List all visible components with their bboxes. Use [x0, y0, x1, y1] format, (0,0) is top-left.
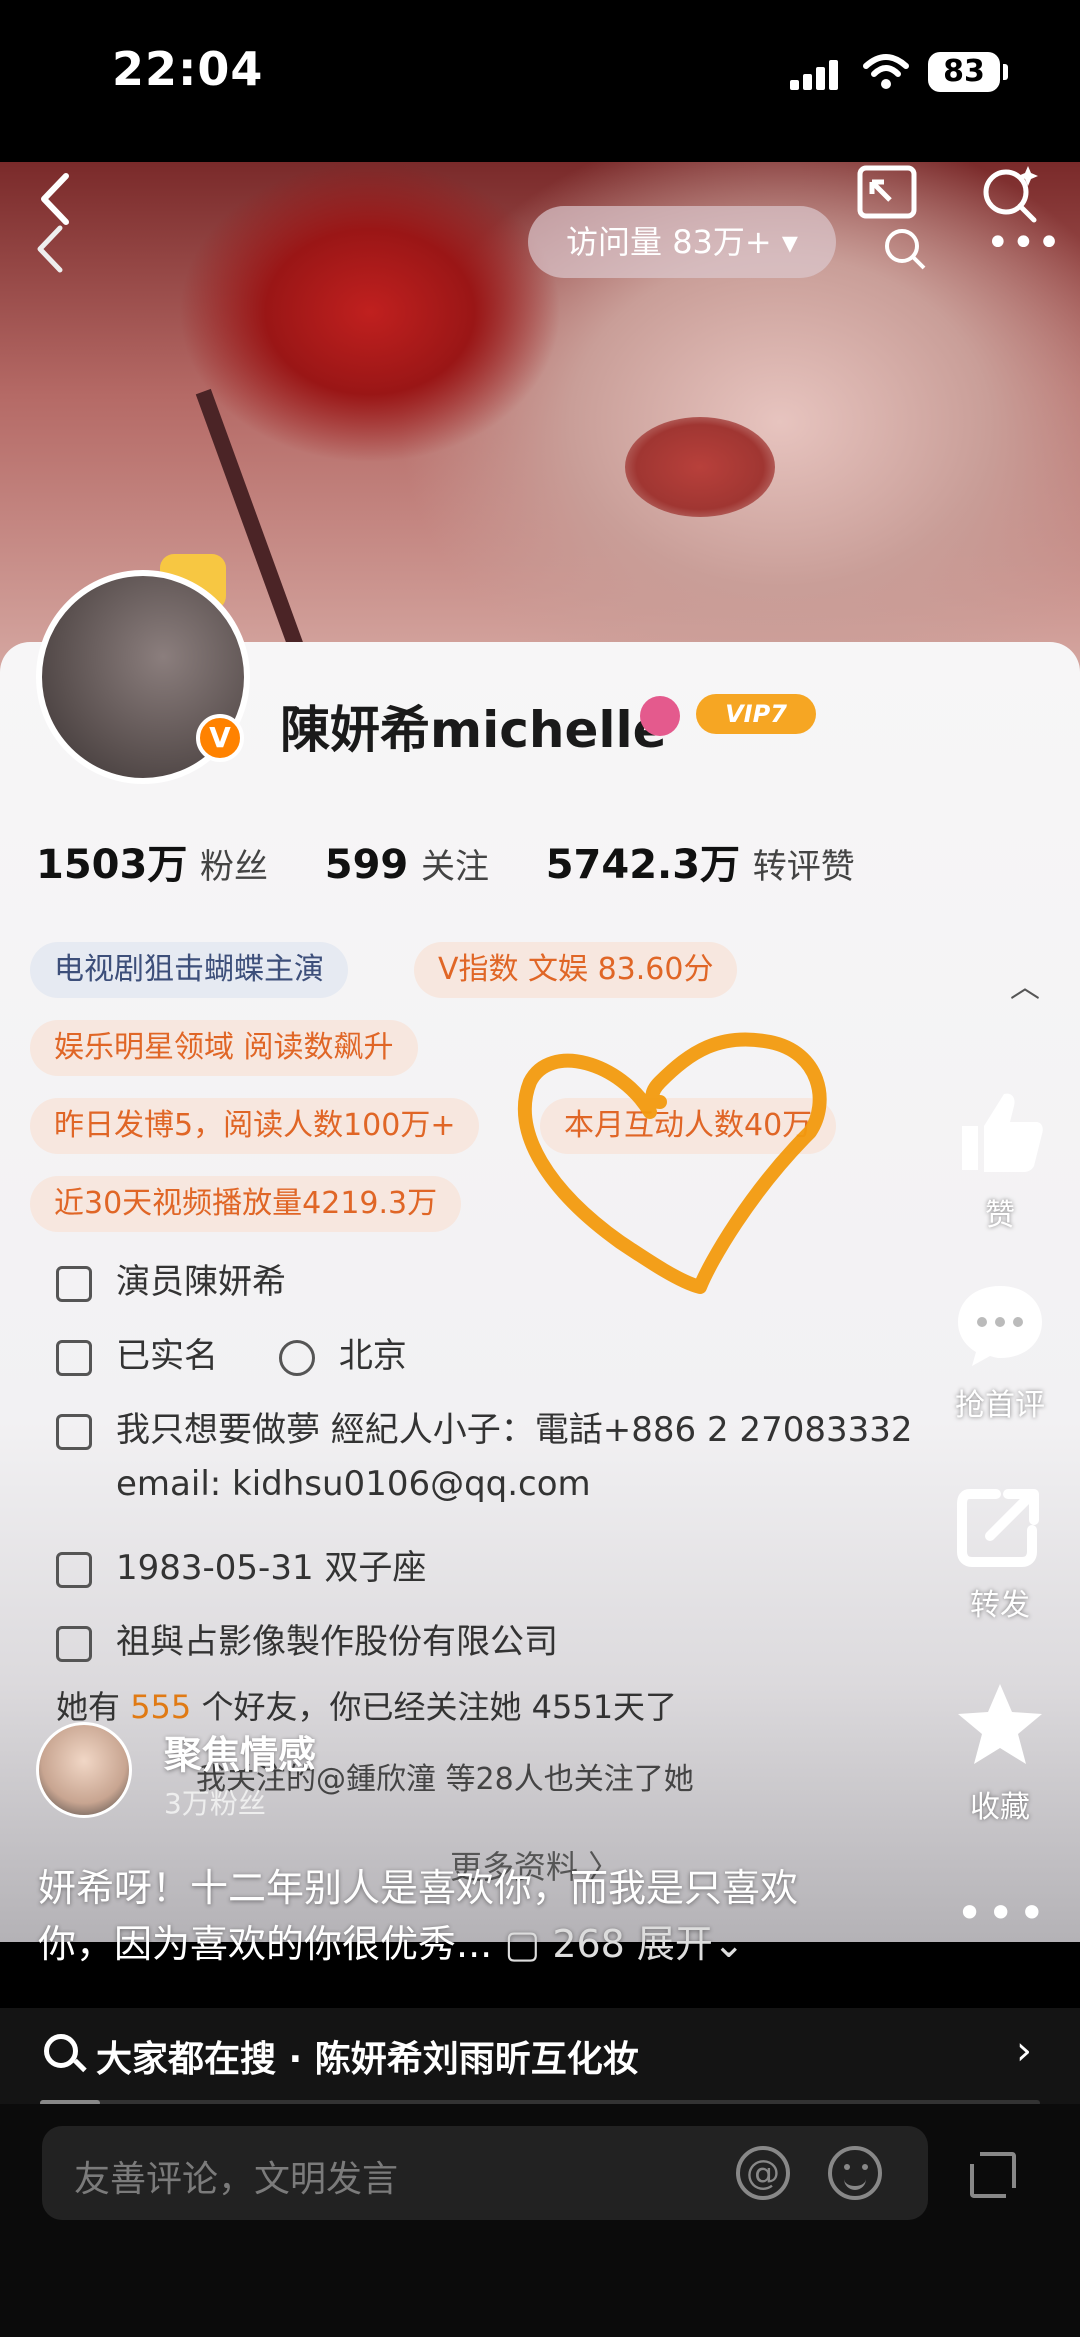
- video-player[interactable]: 访问量 83万+ ▾ ••• V 陳妍希michelle VIP7 1503万 …: [0, 162, 1080, 1942]
- following-label: 关注: [420, 847, 489, 887]
- hand-drawn-heart: [517, 1032, 827, 1294]
- friends-count: 555: [130, 1688, 192, 1726]
- friends-line: 她有 555 个好友，你已经关注她 4551天了: [56, 1688, 678, 1726]
- uploader-avatar[interactable]: [36, 1722, 132, 1818]
- visits-pill: 访问量 83万+ ▾: [528, 206, 836, 278]
- comment-label: 抢首评: [955, 1388, 1045, 1423]
- face-image: [625, 417, 775, 517]
- collapse-chevron-icon[interactable]: ︿: [1010, 962, 1040, 1006]
- calendar-icon: [56, 1551, 92, 1588]
- battery-cap: [1003, 64, 1008, 80]
- inner-back-icon: [37, 225, 63, 273]
- tag-video-views: 近30天视频播放量4219.3万: [30, 1176, 462, 1232]
- favorite-label: 收藏: [970, 1790, 1030, 1825]
- uploader-fans: 3万粉丝: [164, 1787, 266, 1820]
- fans-count: 1503万: [36, 842, 188, 888]
- mention-icon[interactable]: @: [736, 2146, 790, 2200]
- search-icon: [44, 2034, 78, 2068]
- trending-search-text[interactable]: 大家都在搜 · 陈妍希刘雨昕互化妆: [96, 2030, 639, 2082]
- likes-count: 5742.3万: [545, 842, 741, 888]
- back-icon[interactable]: [36, 172, 76, 226]
- search-sparkle-icon[interactable]: [980, 162, 1042, 224]
- shield-icon: [56, 1265, 92, 1302]
- tag-domain: 娱乐明星领域 阅读数飙升: [30, 1020, 418, 1076]
- share-button[interactable]: 转发: [950, 1486, 1050, 1624]
- picture-in-picture-icon[interactable]: [856, 162, 920, 226]
- tag-yesterday: 昨日发博5，阅读人数100万+: [30, 1098, 480, 1154]
- document-icon: [56, 1413, 92, 1450]
- rose-image: [140, 162, 600, 502]
- comment-placeholder: 友善评论，文明发言: [74, 2159, 399, 2200]
- uploader-name[interactable]: 聚焦情感: [164, 1724, 316, 1779]
- status-bar: 22:04 83: [0, 0, 1080, 160]
- info-birthday: 1983-05-31 双子座: [56, 1540, 426, 1589]
- tag-v-index: V指数 文娱 83.60分: [414, 942, 738, 998]
- video-caption[interactable]: 妍希呀！十二年别人是喜欢你，而我是只喜欢你，因为喜欢的你很优秀... ▢ 268…: [38, 1860, 858, 1972]
- profile-stats: 1503万 粉丝 599 关注 5742.3万 转评赞: [36, 832, 899, 890]
- comment-button[interactable]: 抢首评: [940, 1282, 1060, 1424]
- status-time: 22:04: [112, 42, 264, 96]
- building-icon: [56, 1625, 92, 1662]
- caption-expand[interactable]: ▢ 268 展开⌄: [504, 1922, 744, 1966]
- emoji-icon[interactable]: [828, 2146, 882, 2200]
- fans-label: 粉丝: [200, 847, 269, 887]
- likes-label: 转评赞: [752, 847, 855, 887]
- info-realname-ip: 已实名 北京: [56, 1328, 407, 1377]
- profile-name: 陳妍希michelle: [280, 701, 667, 759]
- info-email: email: kidhsu0106@qq.com: [116, 1464, 591, 1504]
- info-verified: 演员陳妍希: [56, 1254, 286, 1303]
- female-icon: [640, 696, 680, 736]
- inner-more-icon: •••: [986, 220, 1063, 266]
- vip-badge: VIP7: [696, 694, 816, 734]
- tag-drama: 电视剧狙击蝴蝶主演: [30, 942, 348, 998]
- comment-bubble-icon: [958, 1286, 1042, 1366]
- star-icon: [958, 1684, 1042, 1764]
- signal-icon: [790, 60, 842, 90]
- following-count: 599: [324, 842, 409, 888]
- wifi-icon: [863, 54, 909, 89]
- info-company: 祖與占影像製作股份有限公司: [56, 1614, 558, 1663]
- verified-v-icon: V: [196, 714, 244, 762]
- info-bio: 我只想要做夢 經紀人小子：電話+886 2 27083332: [56, 1402, 913, 1451]
- chevron-right-icon[interactable]: ›: [1016, 2028, 1032, 2074]
- like-label: 赞: [985, 1198, 1015, 1233]
- ip-icon: [278, 1339, 315, 1376]
- inner-search-icon: [885, 229, 926, 270]
- share-label: 转发: [970, 1588, 1030, 1623]
- favorite-button[interactable]: 收藏: [950, 1680, 1050, 1826]
- id-card-icon: [56, 1339, 92, 1376]
- more-icon[interactable]: •••: [956, 1886, 1049, 1940]
- thumbs-up-icon: [962, 1093, 1043, 1172]
- battery-indicator: 83: [928, 52, 1000, 92]
- expand-icon[interactable]: [966, 2148, 1020, 2202]
- share-icon: [957, 1489, 1039, 1567]
- like-button[interactable]: 赞: [950, 1086, 1050, 1234]
